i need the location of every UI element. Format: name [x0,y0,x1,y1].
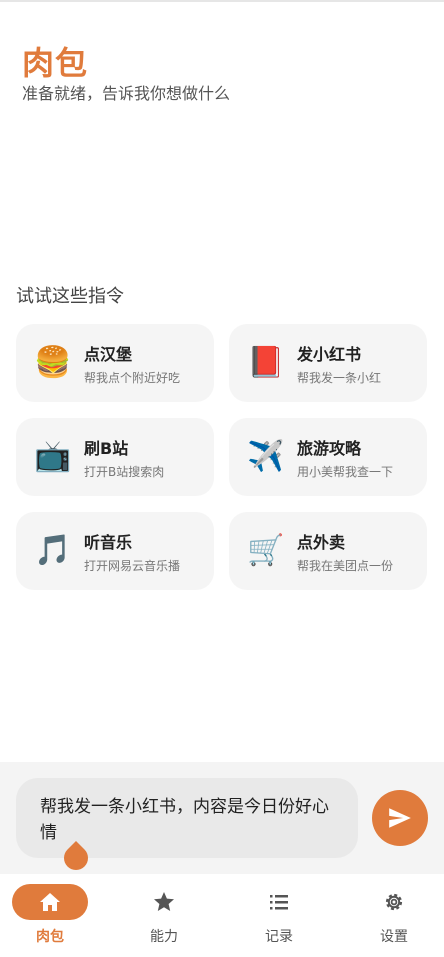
card-title: 旅游攻略 [297,438,362,458]
nav-item-abilities[interactable]: 能力 [114,884,214,946]
nav-label: 能力 [150,929,178,945]
nav-active-pill [12,884,88,920]
list-icon [270,895,288,910]
card-title: 发小红书 [297,344,362,364]
command-input[interactable]: 帮我发一条小红书，内容是今日份好心情 [16,778,358,858]
card-desc: 帮我点个附近好吃 [84,370,181,385]
suggestion-card-xiaohongshu[interactable]: 📕 发小红书 帮我发一条小红 [229,324,427,402]
home-icon [40,893,60,911]
card-desc: 帮我在美团点一份 [297,558,394,573]
status-divider [0,0,444,2]
card-title: 点汉堡 [84,344,133,364]
card-title: 点外卖 [297,532,346,552]
tv-icon: 📺 [34,439,72,474]
suggestion-card-travel[interactable]: ✈️ 旅游攻略 用小美帮我查一下 [229,418,427,496]
nav-label: 记录 [265,929,293,945]
suggestions-title: 试试这些指令 [16,286,124,307]
gear-icon [385,893,403,911]
nav-label: 设置 [380,929,408,945]
card-title: 听音乐 [84,532,133,552]
nav-item-home[interactable]: 肉包 [0,884,100,946]
app-title: 肉包 [22,44,89,82]
music-note-icon: 🎵 [34,533,72,568]
nav-label: 肉包 [36,929,64,945]
card-desc: 用小美帮我查一下 [297,464,394,479]
send-button[interactable] [372,790,428,846]
card-desc: 打开网易云音乐播 [84,558,181,573]
app-subtitle: 准备就绪，告诉我你想做什么 [22,84,231,103]
star-icon [154,892,174,911]
nav-item-settings[interactable]: 设置 [344,884,444,946]
card-desc: 打开B站搜索肉 [84,464,165,479]
airplane-icon: ✈️ [247,439,285,474]
shopping-cart-icon: 🛒 [247,533,285,568]
send-icon [389,808,411,828]
burger-icon: 🍔 [34,345,72,380]
red-book-icon: 📕 [247,345,285,380]
bottom-nav: 肉包 能力 记录 设置 [0,874,444,957]
nav-item-records[interactable]: 记录 [229,884,329,946]
suggestion-card-bilibili[interactable]: 📺 刷B站 打开B站搜索肉 [16,418,214,496]
card-title: 刷B站 [84,438,129,458]
suggestion-card-music[interactable]: 🎵 听音乐 打开网易云音乐播 [16,512,214,590]
suggestion-card-delivery[interactable]: 🛒 点外卖 帮我在美团点一份 [229,512,427,590]
suggestion-card-burger[interactable]: 🍔 点汉堡 帮我点个附近好吃 [16,324,214,402]
card-desc: 帮我发一条小红 [297,370,382,385]
